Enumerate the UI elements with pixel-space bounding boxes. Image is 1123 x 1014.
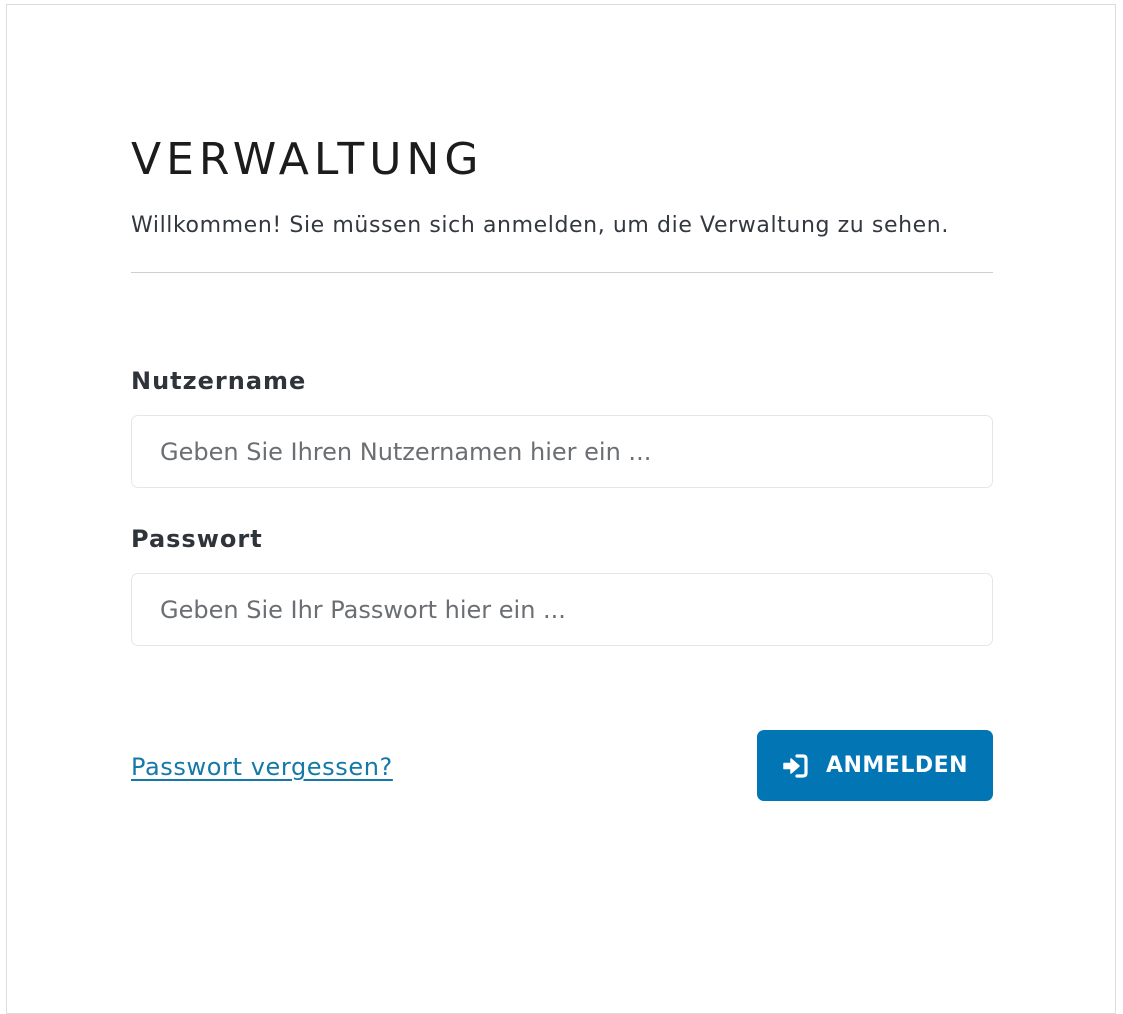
forgot-password-link[interactable]: Passwort vergessen?	[131, 749, 393, 785]
password-label: Passwort	[131, 525, 263, 553]
username-input[interactable]	[131, 415, 993, 488]
login-button-label: ANMELDEN	[825, 753, 969, 778]
divider	[131, 272, 993, 273]
password-input[interactable]	[131, 573, 993, 646]
page-title: VERWALTUNG	[131, 134, 484, 185]
sign-in-icon	[782, 753, 808, 778]
login-button[interactable]: ANMELDEN	[757, 730, 993, 801]
username-label: Nutzername	[131, 367, 307, 395]
welcome-message: Willkommen! Sie müssen sich anmelden, um…	[131, 213, 949, 238]
